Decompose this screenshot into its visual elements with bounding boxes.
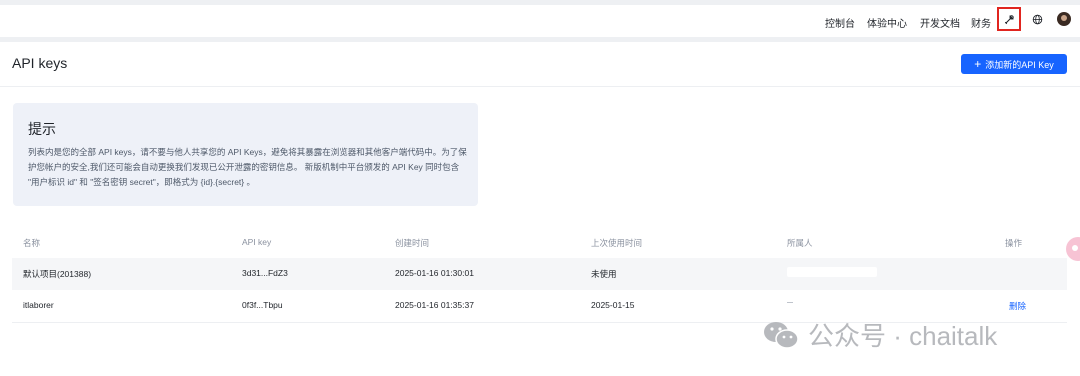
floating-assistant-icon[interactable] <box>1066 237 1080 261</box>
cell-api-key: 3d31...FdZ3 <box>242 268 288 278</box>
watermark: 公众号 · chaitalk <box>762 316 997 353</box>
title-divider <box>0 86 1080 87</box>
tools-icon[interactable] <box>1003 13 1015 25</box>
cell-last-used: 未使用 <box>591 269 617 279</box>
cell-created: 2025-01-16 01:30:01 <box>395 268 474 278</box>
plus-icon: + <box>974 57 982 71</box>
header-last-used: 上次使用时间 <box>591 238 643 248</box>
tip-body: 列表内是您的全部 API keys，请不要与他人共享您的 API Keys，避免… <box>28 147 467 187</box>
globe-icon[interactable] <box>1031 13 1043 25</box>
header-created: 创建时间 <box>395 238 430 248</box>
cell-name: 默认项目(201388) <box>23 269 92 279</box>
header-actions: 操作 <box>1005 238 1023 248</box>
cell-last-used: 2025-01-15 <box>591 300 635 310</box>
nav-dev-docs[interactable]: 开发文档 <box>920 15 960 30</box>
cell-api-key: 0f3f...Tbpu <box>242 300 283 310</box>
nav-finance[interactable]: 财务 <box>971 15 991 30</box>
wechat-icon <box>764 321 799 349</box>
nav-console[interactable]: 控制台 <box>825 15 855 30</box>
add-api-key-label: 添加新的API Key <box>985 59 1054 70</box>
add-api-key-button[interactable]: + 添加新的API Key <box>961 54 1067 74</box>
watermark-text: 公众号 · chaitalk <box>808 321 998 351</box>
cell-name: itlaborer <box>23 300 54 310</box>
header-owner: 所属人 <box>787 238 813 248</box>
table-row: 默认项目(201388) 3d31...FdZ3 2025-01-16 01:3… <box>12 258 1067 290</box>
owner-redacted <box>787 267 877 277</box>
nav-experience-center[interactable]: 体验中心 <box>867 15 907 30</box>
delete-link[interactable]: 删除 <box>1009 300 1026 312</box>
header-name: 名称 <box>23 238 41 248</box>
header-api-key: API key <box>242 237 272 247</box>
tip-title: 提示 <box>28 121 56 137</box>
top-nav: 控制台 体验中心 开发文档 财务 <box>0 5 1080 37</box>
cell-created: 2025-01-16 01:35:37 <box>395 300 474 310</box>
page-title: API keys <box>12 55 68 71</box>
tip-panel: 提示 列表内是您的全部 API keys，请不要与他人共享您的 API Keys… <box>13 103 478 206</box>
header-separator <box>0 37 1080 42</box>
avatar[interactable] <box>1057 12 1071 26</box>
owner-redacted <box>787 302 793 303</box>
